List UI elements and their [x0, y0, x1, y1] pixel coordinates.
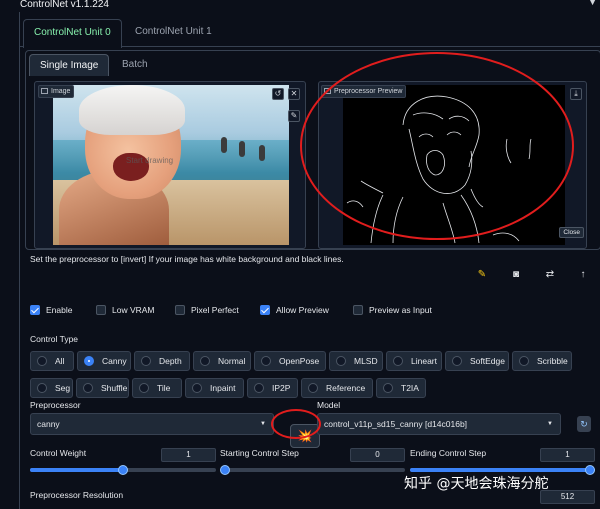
swap-icon[interactable]: ⇄ — [543, 268, 557, 282]
tab-unit-1[interactable]: ControlNet Unit 1 — [125, 19, 222, 47]
radio-canny[interactable]: Canny — [77, 351, 131, 371]
radio-shuffle[interactable]: Shuffle — [76, 378, 129, 398]
run-preprocessor-button[interactable]: 💥 — [290, 424, 320, 448]
ending-step-fill — [410, 468, 595, 472]
undo-icon[interactable]: ↺ — [272, 88, 284, 100]
brush-icon[interactable]: ✎ — [288, 110, 300, 122]
control-weight-input[interactable]: 1 — [161, 448, 216, 462]
radio-mlsd[interactable]: MLSD — [329, 351, 383, 371]
radio-softedge[interactable]: SoftEdge — [445, 351, 509, 371]
starting-step-handle[interactable] — [220, 465, 230, 475]
invert-hint: Set the preprocessor to [invert] If your… — [30, 254, 344, 264]
model-value: control_v11p_sd15_canny [d14c016b] — [324, 419, 468, 429]
option-checkboxes: Enable Low VRAM Pixel Perfect Allow Prev… — [30, 304, 590, 318]
control-weight-label: Control Weight — [30, 448, 87, 458]
preprocessor-resolution-label: Preprocessor Resolution — [30, 490, 124, 500]
canny-edge-preview — [343, 85, 565, 245]
control-type-radios: All Canny Depth Normal OpenPose MLSD Lin… — [30, 351, 595, 403]
radio-reference[interactable]: Reference — [301, 378, 373, 398]
input-photo: Start drawing — [53, 85, 289, 245]
pixel-perfect-checkbox[interactable]: Pixel Perfect — [175, 304, 239, 318]
unit-tabs: ControlNet Unit 0 ControlNet Unit 1 — [20, 19, 600, 48]
radio-ip2p[interactable]: IP2P — [247, 378, 298, 398]
control-weight-slider[interactable] — [30, 465, 216, 475]
chevron-down-icon: ▼ — [260, 421, 266, 427]
ending-step-handle[interactable] — [585, 465, 595, 475]
enable-checkbox[interactable]: Enable — [30, 304, 72, 318]
radio-all[interactable]: All — [30, 351, 74, 371]
radio-openpose[interactable]: OpenPose — [254, 351, 326, 371]
image-input-area: Single Image Batch Start drawing Image ↺… — [25, 50, 600, 250]
image-label: Image — [38, 85, 75, 98]
radio-seg[interactable]: Seg — [30, 378, 73, 398]
radio-depth[interactable]: Depth — [134, 351, 190, 371]
image-icon — [41, 88, 48, 94]
ending-step-label: Ending Control Step — [410, 448, 487, 458]
send-up-icon[interactable]: ↑ — [576, 268, 590, 282]
image-icon — [324, 88, 331, 94]
chevron-down-icon: ▼ — [547, 421, 553, 427]
control-type-label: Control Type — [30, 334, 79, 344]
radio-scribble[interactable]: Scribble — [512, 351, 572, 371]
ending-step-input[interactable]: 1 — [540, 448, 595, 462]
preprocessor-preview: Preprocessor Preview ⤓ Close — [318, 81, 587, 249]
radio-tile[interactable]: Tile — [132, 378, 182, 398]
tab-unit-0[interactable]: ControlNet Unit 0 — [23, 19, 122, 48]
preprocessor-label: Preprocessor — [30, 400, 81, 410]
preview-label: Preprocessor Preview — [321, 85, 407, 98]
camera-icon[interactable]: ◙ — [509, 268, 523, 282]
clear-icon[interactable]: ✕ — [288, 88, 300, 100]
preprocessor-dropdown[interactable]: canny ▼ — [30, 413, 274, 435]
controlnet-header[interactable]: ControlNet v1.1.224 ▼ — [0, 0, 600, 12]
tab-single-image[interactable]: Single Image — [29, 54, 110, 76]
ending-step-slider[interactable] — [410, 465, 595, 475]
radio-inpaint[interactable]: Inpaint — [185, 378, 244, 398]
radio-lineart[interactable]: Lineart — [386, 351, 442, 371]
model-label: Model — [317, 400, 341, 410]
control-weight-fill — [30, 468, 123, 472]
header-title: ControlNet v1.1.224 — [20, 0, 109, 10]
start-drawing-text: Start drawing — [126, 156, 174, 165]
tab-batch[interactable]: Batch — [112, 54, 158, 76]
preprocessor-value: canny — [37, 419, 60, 429]
radio-normal[interactable]: Normal — [193, 351, 251, 371]
download-icon[interactable]: ⤓ — [570, 88, 582, 100]
radio-t2ia[interactable]: T2IA — [376, 378, 426, 398]
collapse-caret-icon[interactable]: ▼ — [588, 0, 597, 7]
model-dropdown[interactable]: control_v11p_sd15_canny [d14c016b] ▼ — [317, 413, 561, 435]
starting-step-label: Starting Control Step — [220, 448, 299, 458]
control-weight-handle[interactable] — [118, 465, 128, 475]
starting-step-slider[interactable] — [220, 465, 405, 475]
edit-icon[interactable]: ✎ — [475, 268, 489, 282]
low-vram-checkbox[interactable]: Low VRAM — [96, 304, 155, 318]
preview-as-input-checkbox[interactable]: Preview as Input — [353, 304, 432, 318]
watermark-text: 知乎 @天地会珠海分舵 — [404, 476, 549, 492]
starting-step-input[interactable]: 0 — [350, 448, 405, 462]
image-canvas[interactable]: Start drawing Image ↺ ✕ ✎ — [34, 81, 306, 249]
allow-preview-checkbox[interactable]: Allow Preview — [260, 304, 329, 318]
close-preview-button[interactable]: Close — [559, 227, 584, 238]
controlnet-panel: ControlNet Unit 0 ControlNet Unit 1 Sing… — [19, 12, 600, 509]
refresh-models-icon[interactable]: ↻ — [577, 416, 591, 432]
